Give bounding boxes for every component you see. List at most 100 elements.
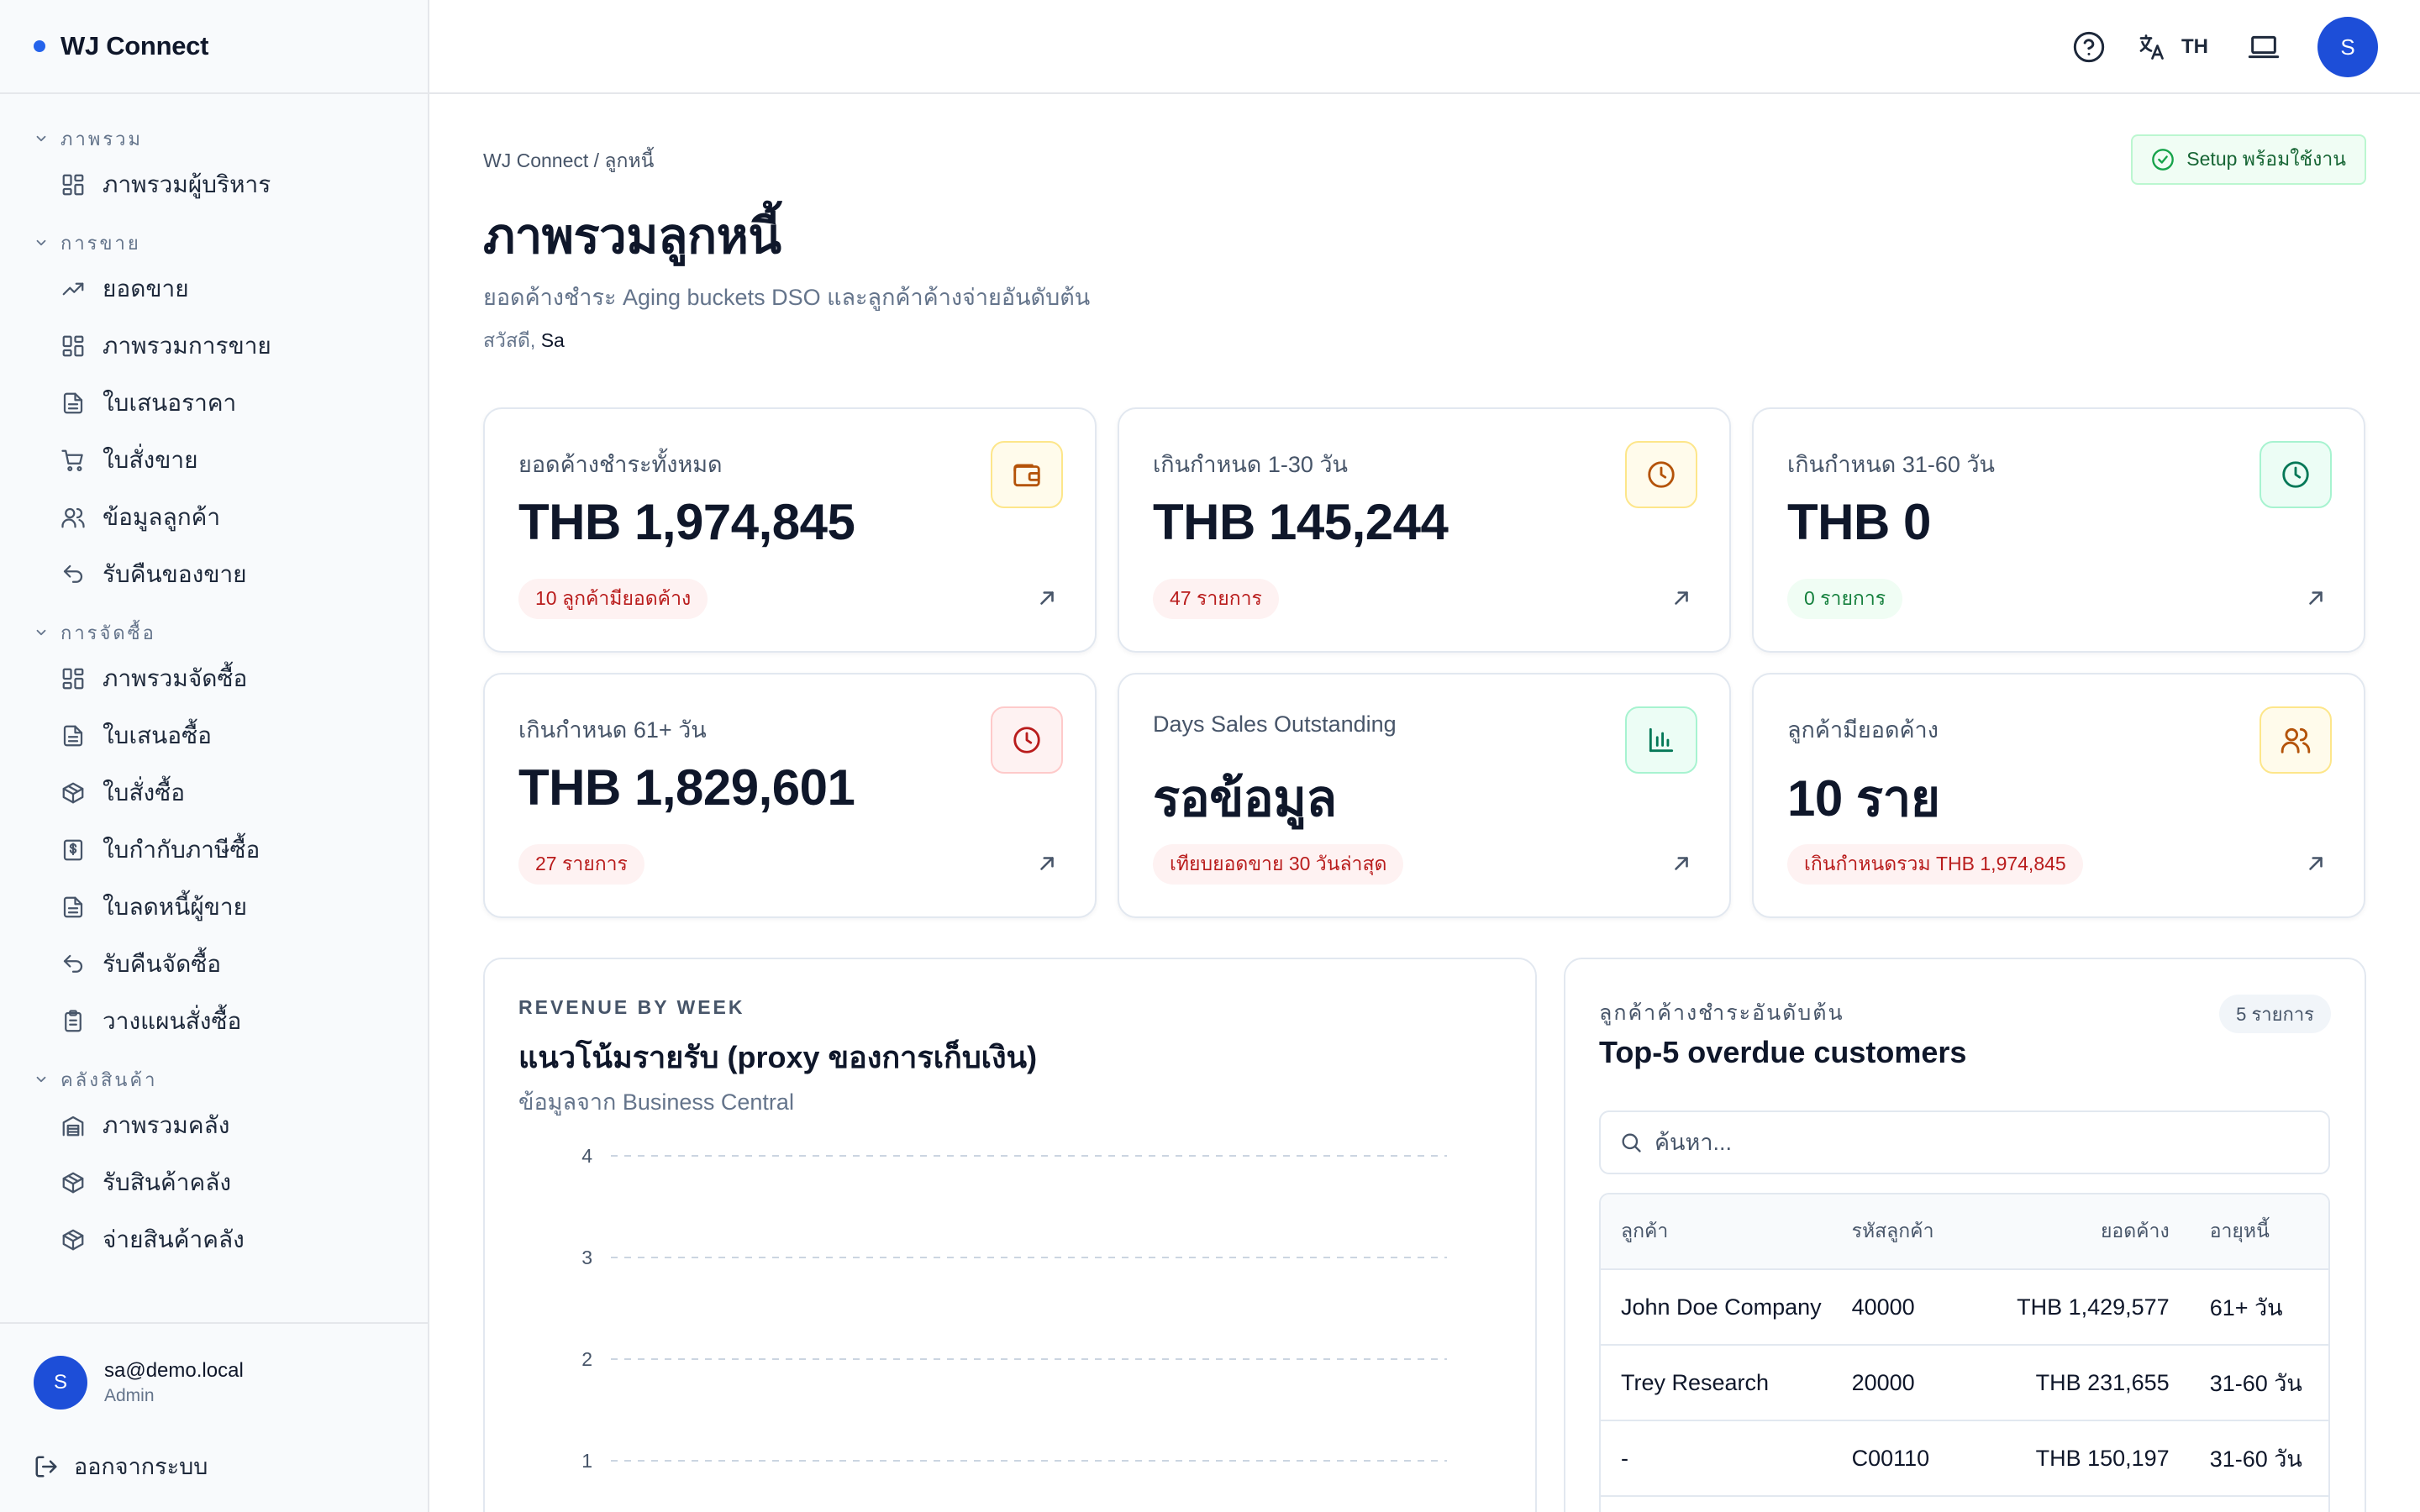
sidebar-item-label: รับคืนจัดซื้อ [103,951,222,977]
cell-customer: Trey Research [1621,1369,1770,1395]
kpi-value: THB 1,829,601 [518,759,855,816]
arrow-up-right-icon[interactable] [1670,587,1692,609]
setup-status-label: Setup พร้อมใช้งาน [2186,148,2346,170]
sidebar-item[interactable]: ใบกำกับภาษีซื้อ [0,822,428,879]
sidebar-item[interactable]: ภาพรวมผู้บริหาร [0,156,428,213]
arrow-up-right-icon[interactable] [1036,587,1058,609]
kpi-pill: 0 รายการ [1787,579,1903,619]
kpi-card[interactable]: เกินกำหนด 61+ วัน THB 1,829,601 27 รายการ [483,673,1097,918]
kpi-card[interactable]: ลูกค้ามียอดค้าง 10 ราย เกินกำหนดรวม THB 1,… [1752,673,2365,918]
grid-icon [62,174,84,196]
brand-name: WJ Connect [60,31,209,60]
logout-icon [35,1456,57,1477]
nav-group-toggle[interactable]: ภาพรวม [34,126,428,151]
sidebar: WJ Connect ภาพรวมภาพรวมผู้บริหารการขายยอ… [0,0,429,1512]
user-avatar-button[interactable]: S [2317,17,2378,77]
sidebar-item-label: ยอดขาย [103,276,189,302]
kpi-card[interactable]: เกินกำหนด 31-60 วัน THB 0 0 รายการ [1752,407,2365,653]
display-toggle-button[interactable] [2233,17,2294,77]
document-icon [63,896,83,918]
y-tick-label: 2 [581,1348,592,1370]
chevron-down-icon [36,239,46,246]
sidebar-item-label: ข้อมูลลูกค้า [103,504,221,530]
sidebar-item-label: ภาพรวมการขาย [103,333,271,359]
help-icon [2073,31,2105,63]
kpi-icon-box [991,441,1063,508]
table-row[interactable]: Trey Research 20000 THB 231,655 31-60 วัน [1601,1346,2328,1421]
column-header-code[interactable]: รหัสลูกค้า [1852,1216,1977,1247]
sidebar-item[interactable]: รับสินค้าคลัง [0,1154,428,1211]
cell-age: 31-60 วัน [2209,1370,2302,1396]
table-row[interactable]: John Doe Company 40000 THB 1,429,577 61+ วั… [1601,1270,2328,1346]
column-header-age[interactable]: อายุหนี้ [2170,1216,2328,1247]
warehouse-icon [62,1116,84,1137]
brand[interactable]: WJ Connect [0,0,428,94]
users-icon [61,507,85,528]
greeting-name: Sa [540,329,565,351]
sidebar-item[interactable]: ภาพรวมการขาย [0,318,428,375]
sidebar-item[interactable]: รับคืนจัดซื้อ [0,936,428,993]
kpi-icon-box [1625,441,1697,508]
nav-group-toggle[interactable]: การจัดซื้อ [34,620,428,645]
sidebar-item[interactable]: วางแผนสั่งซื้อ [0,993,428,1050]
kpi-value: รอข้อมูล [1153,770,1337,827]
cell-customer: John Doe Company [1621,1294,1822,1320]
greeting: สวัสดี, Sa [483,326,565,356]
sidebar-item-label: รับคืนของขาย [103,561,247,587]
table-row[interactable]: - C00110 THB 150,197 31-60 วัน [1601,1421,2328,1497]
arrow-up-right-icon[interactable] [1670,853,1692,874]
sidebar-item-label: ภาพรวมผู้บริหาร [103,171,271,197]
receipt-icon [63,839,83,861]
table-header: ลูกค้า รหัสลูกค้า ยอดค้าง อายุหนี้ [1601,1194,2328,1270]
sidebar-item[interactable]: ใบสั่งขาย [0,432,428,489]
brand-dot-icon [34,40,45,52]
kpi-value: THB 145,244 [1153,494,1449,550]
sidebar-nav: ภาพรวมภาพรวมผู้บริหารการขายยอดขายภาพรวมก… [0,94,428,1322]
kpi-card[interactable]: Days Sales Outstanding รอข้อมูล เทียบยอดขา… [1118,673,1731,918]
help-button[interactable] [2059,17,2119,77]
nav-group-label: คลังสินค้า [60,1068,158,1090]
sidebar-item[interactable]: ใบสั่งซื้อ [0,764,428,822]
cell-age: 31-60 วัน [2209,1446,2302,1472]
sidebar-item[interactable]: จ่ายสินค้าคลัง [0,1211,428,1268]
sidebar-item[interactable]: ข้อมูลลูกค้า [0,489,428,546]
language-switcher[interactable]: TH [2136,32,2208,62]
column-header-balance[interactable]: ยอดค้าง [1977,1216,2170,1247]
kpi-label: เกินกำหนด 31-60 วัน [1787,452,1996,477]
logout-button[interactable]: ออกจากระบบ [0,1410,428,1484]
kpi-card[interactable]: เกินกำหนด 1-30 วัน THB 145,244 47 รายการ [1118,407,1731,653]
arrow-up-right-icon[interactable] [2305,853,2327,874]
user-role: Admin [104,1386,155,1405]
sidebar-item[interactable]: รับคืนของขาย [0,546,428,603]
search-input[interactable] [1655,1129,2293,1156]
user-profile[interactable]: S sa@demo.local Admin [0,1324,428,1410]
sidebar-item[interactable]: ยอดขาย [0,260,428,318]
laptop-icon [2248,35,2280,59]
nav-group-label: การจัดซื้อ [60,622,156,643]
setup-status-badge: Setup พร้อมใช้งาน [2131,134,2366,185]
kpi-icon-box [2260,441,2332,508]
kpi-value: THB 0 [1787,494,1931,550]
sidebar-item[interactable]: ใบเสนอซื้อ [0,707,428,764]
sidebar-item[interactable]: ใบลดหนี้ผู้ขาย [0,879,428,936]
sidebar-item[interactable]: ภาพรวมจัดซื้อ [0,650,428,707]
sidebar-item[interactable]: ภาพรวมคลัง [0,1097,428,1154]
kpi-card[interactable]: ยอดค้างชำระทั้งหมด THB 1,974,845 10 ลูกค้า… [483,407,1097,653]
arrow-up-right-icon[interactable] [2305,587,2327,609]
column-header-customer[interactable]: ลูกค้า [1601,1216,1852,1247]
search-box[interactable] [1599,1110,2330,1174]
nav-group-toggle[interactable]: คลังสินค้า [34,1067,428,1092]
sidebar-item-label: วางแผนสั่งซื้อ [103,1008,242,1034]
sidebar-item-label: ภาพรวมคลัง [103,1112,230,1138]
kpi-pill: 10 ลูกค้ามียอดค้าง [518,579,708,619]
count-badge: 5 รายการ [2219,995,2331,1033]
revenue-subtitle: ข้อมูลจาก Business Central [518,1089,794,1115]
sidebar-item-label: ภาพรวมจัดซื้อ [103,665,248,691]
sidebar-item[interactable]: ใบเสนอราคา [0,375,428,432]
clock-icon [1648,461,1675,488]
arrow-up-right-icon[interactable] [1036,853,1058,874]
cell-customer: - [1621,1445,1628,1471]
nav-group-toggle[interactable]: การขาย [34,230,428,255]
breadcrumb: WJ Connect / ลูกหนี้ [483,150,655,171]
sidebar-footer: S sa@demo.local Admin ออกจากระบบ [0,1322,428,1512]
